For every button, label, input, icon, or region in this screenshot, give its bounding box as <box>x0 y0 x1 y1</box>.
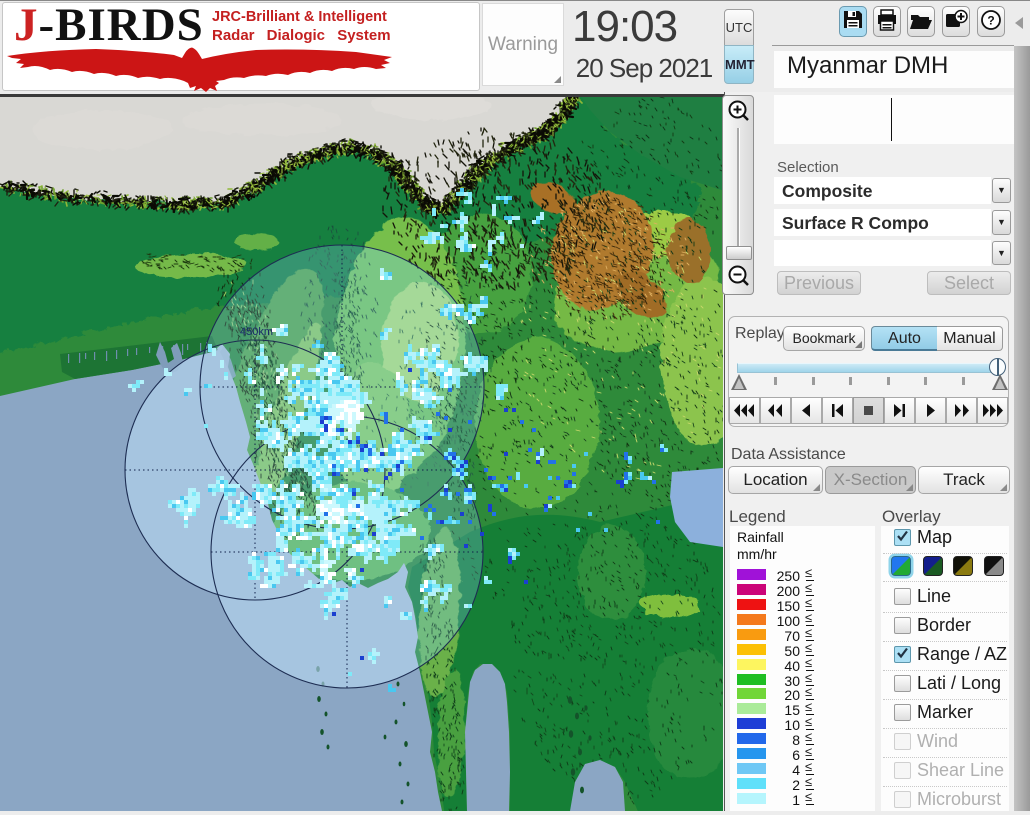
svg-text:450km: 450km <box>240 326 273 338</box>
svg-text:?: ? <box>987 14 994 28</box>
